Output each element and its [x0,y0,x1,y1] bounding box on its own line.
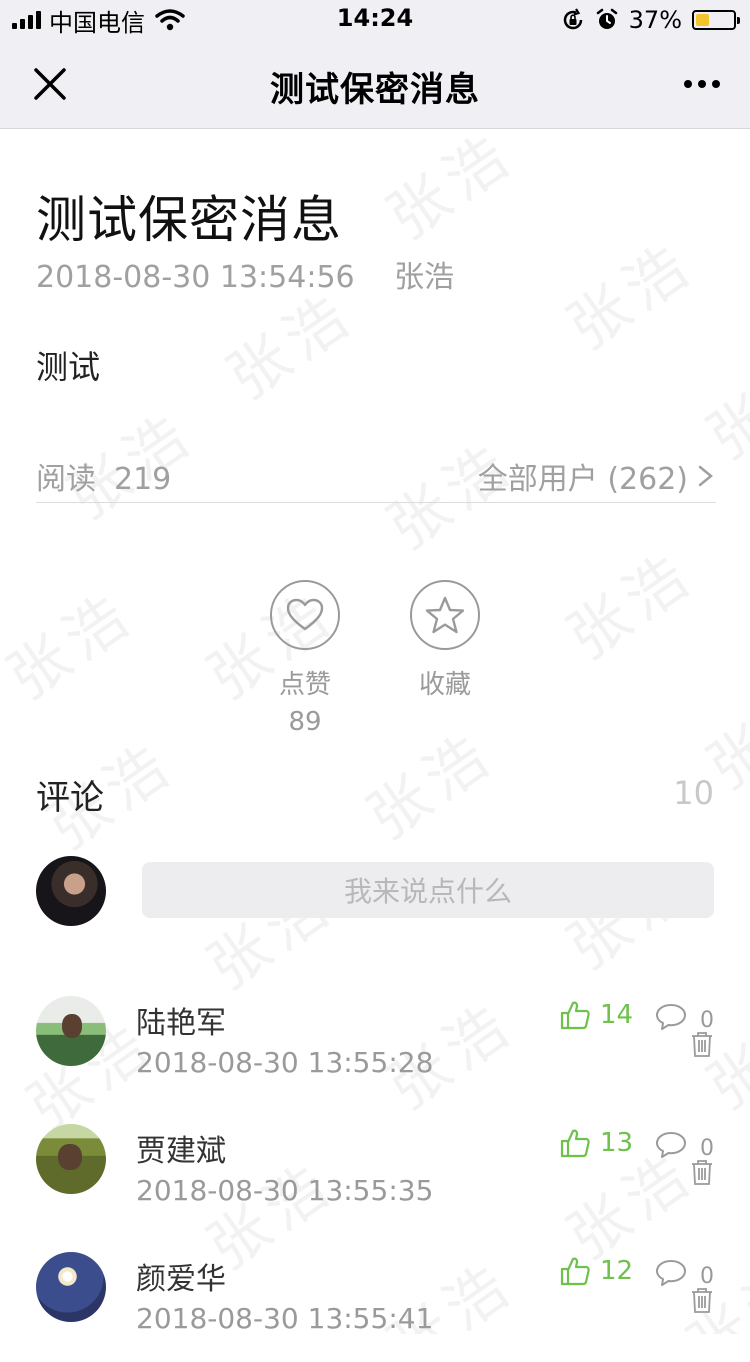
article-author: 张浩 [394,260,455,295]
comment-item: 贾建斌 2018-08-30 13:55:35 13 0 [0,1124,750,1234]
like-label: 点赞 [278,670,331,700]
comment-like-button[interactable]: 12 [560,1256,633,1286]
nav-title: 测试保密消息 [270,70,480,110]
comment-like-count: 12 [600,1256,634,1286]
comment-actions: 0 [654,1256,724,1326]
article-page: 测试保密消息 2018-08-30 13:54:56 张浩 测试 阅读 219 全… [0,128,750,1335]
comment-item: 颜爱华 2018-08-30 13:55:41 12 0 [0,1252,750,1362]
trash-icon[interactable] [690,1286,714,1314]
status-right: 37% [561,6,740,34]
chevron-right-icon [698,465,713,487]
comments-header: 评论 [36,778,104,818]
star-icon [425,596,465,634]
battery-icon [692,10,740,30]
comment-time: 2018-08-30 13:55:35 [136,1174,434,1207]
speech-bubble-icon[interactable] [654,1258,688,1288]
status-bar: 中国电信 14:24 37% [0,0,750,40]
more-icon [684,80,692,88]
alarm-icon [596,8,617,29]
speech-bubble-icon[interactable] [654,1130,688,1160]
navigation-bar: 测试保密消息 [0,40,750,129]
avatar [36,1252,106,1322]
heart-icon [286,598,324,631]
orientation-lock-icon [563,8,582,30]
audience-link[interactable]: 全部用户 (262) [478,454,716,498]
battery-percent: 37% [628,6,682,34]
comment-author: 贾建斌 [136,1134,226,1169]
read-stats-row: 阅读 219 全部用户 (262) [36,450,716,503]
audience-label: 全部用户 (262) [477,462,688,497]
comment-actions: 0 [654,1000,724,1070]
comment-like-count: 13 [600,1128,634,1158]
article-meta: 2018-08-30 13:54:56 张浩 [36,252,454,296]
comment-like-count: 14 [600,1000,634,1030]
comment-like-button[interactable]: 14 [560,1000,633,1030]
like-action[interactable]: 点赞 89 [245,580,365,737]
article-title: 测试保密消息 [36,191,342,249]
read-label: 阅读 [36,462,96,497]
avatar [36,1124,106,1194]
more-button[interactable] [678,62,726,106]
article-date: 2018-08-30 13:54:56 [36,260,355,295]
like-count: 89 [288,707,322,737]
current-user-avatar [36,856,106,926]
trash-icon[interactable] [690,1030,714,1058]
comment-author: 颜爱华 [136,1262,226,1297]
thumbs-up-icon [560,1129,590,1158]
trash-icon[interactable] [690,1158,714,1186]
comment-like-button[interactable]: 13 [560,1128,633,1158]
favorite-action[interactable]: 收藏 [385,580,505,701]
battery-level [696,14,709,26]
comment-time: 2018-08-30 13:55:28 [136,1046,434,1079]
comments-count: 10 [673,774,714,812]
comment-author: 陆艳军 [136,1006,226,1041]
like-button[interactable] [270,580,340,650]
article-body: 测试 [36,348,101,386]
read-count-value: 219 [114,462,172,497]
favorite-button[interactable] [410,580,480,650]
comment-input[interactable]: 我来说点什么 [142,862,714,918]
avatar [36,996,106,1066]
comment-time: 2018-08-30 13:55:41 [136,1302,434,1335]
thumbs-up-icon [560,1257,590,1286]
thumbs-up-icon [560,1001,590,1030]
comment-item: 陆艳军 2018-08-30 13:55:28 14 0 [0,996,750,1106]
favorite-label: 收藏 [418,670,471,700]
comment-actions: 0 [654,1128,724,1198]
speech-bubble-icon[interactable] [654,1002,688,1032]
read-count: 阅读 219 [36,454,171,498]
